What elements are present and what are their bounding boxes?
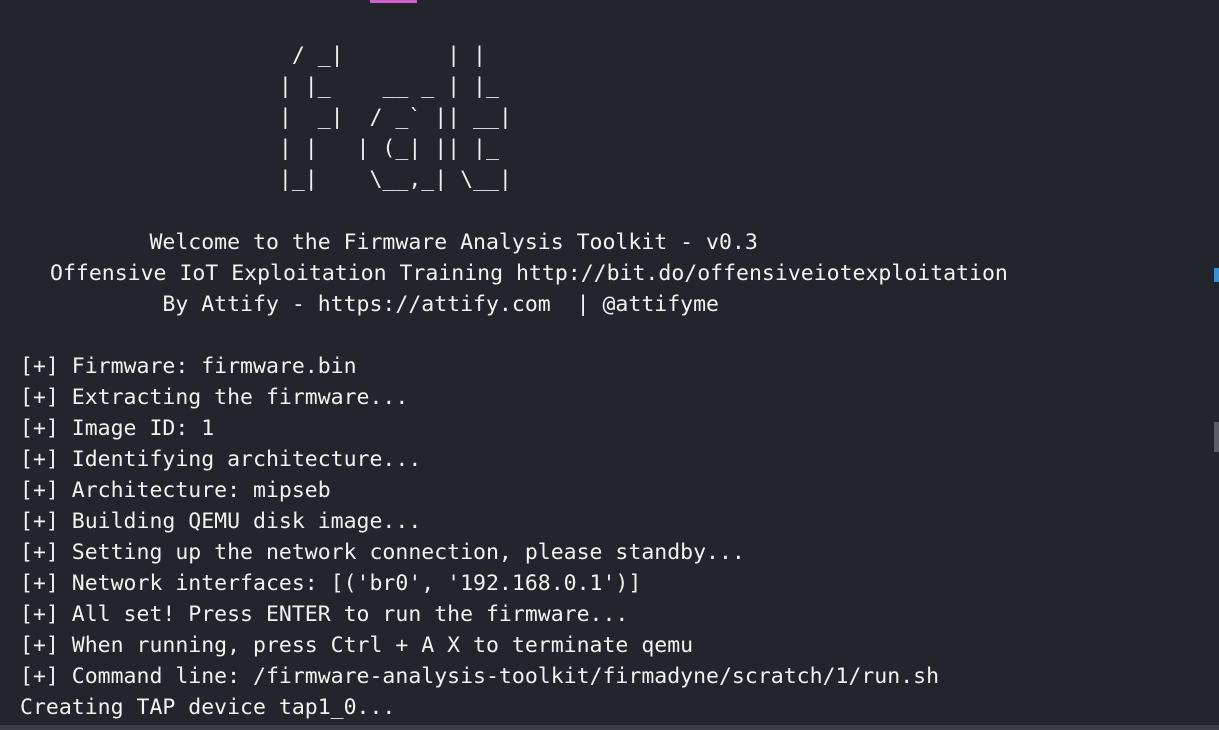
horizontal-scrollbar[interactable] xyxy=(0,725,1219,730)
scrollbar-thumb[interactable] xyxy=(1214,422,1219,452)
terminal-window[interactable]: / _| | | | |_ __ _ | |_ | _| / _` || __|… xyxy=(0,0,1219,730)
fat-ascii-logo: / _| | | | |_ __ _ | |_ | _| / _` || __|… xyxy=(278,43,512,192)
welcome-line: Welcome to the Firmware Analysis Toolkit… xyxy=(20,230,758,255)
output-line: [+] Setting up the network connection, p… xyxy=(20,540,745,565)
output-line: [+] Firmware: firmware.bin xyxy=(20,354,357,379)
output-line: Creating TAP device tap1_0... xyxy=(20,695,396,720)
output-line: [+] Identifying architecture... xyxy=(20,447,422,472)
output-line: [+] Image ID: 1 xyxy=(20,416,215,441)
selection-accent xyxy=(370,0,417,3)
output-line: [+] Network interfaces: [('br0', '192.16… xyxy=(20,571,642,596)
output-line: [+] Extracting the firmware... xyxy=(20,385,409,410)
output-line: [+] Command line: /firmware-analysis-too… xyxy=(20,664,940,689)
output-line: [+] When running, press Ctrl + A X to te… xyxy=(20,633,694,658)
terminal-output: Welcome to the Firmware Analysis Toolkit… xyxy=(20,227,1008,723)
output-line: [+] Building QEMU disk image... xyxy=(20,509,422,534)
output-line: [+] All set! Press ENTER to run the firm… xyxy=(20,602,629,627)
scrollbar-marker[interactable] xyxy=(1214,268,1219,282)
output-line: [+] Architecture: mipseb xyxy=(20,478,331,503)
training-line: Offensive IoT Exploitation Training http… xyxy=(50,261,1008,286)
credits-line: By Attify - https://attify.com | @attify… xyxy=(20,292,719,317)
